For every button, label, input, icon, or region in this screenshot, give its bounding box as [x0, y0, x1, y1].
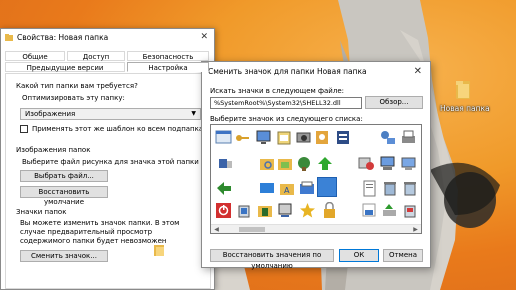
recycle-bin-alt-icon[interactable] — [402, 180, 419, 197]
tab-strip: Общие Доступ Безопасность Предыдущие вер… — [5, 51, 210, 73]
desktop-folder[interactable]: Новая папка — [440, 78, 490, 113]
file-label: Искать значки в следующем файле: — [210, 87, 344, 95]
printer-icon[interactable] — [314, 129, 331, 146]
file-path-input[interactable]: %SystemRoot%\System32\SHELL32.dll — [210, 97, 362, 109]
monitor-icon[interactable] — [255, 129, 272, 146]
globe-icon[interactable] — [296, 155, 313, 172]
camera-icon[interactable] — [295, 129, 312, 146]
folder-icon — [5, 33, 13, 41]
dialog-titlebar[interactable]: Сменить значок для папки Новая папка ✕ — [202, 62, 430, 80]
arrow-up-icon[interactable] — [317, 155, 334, 172]
tab-sharing[interactable]: Доступ — [67, 51, 125, 61]
drive-icon[interactable] — [276, 129, 293, 146]
folder-preview-icon — [154, 245, 164, 256]
folder-icon — [456, 81, 470, 99]
printer-alt-icon[interactable] — [400, 129, 417, 146]
change-icon-button[interactable]: Сменить значок... — [20, 250, 108, 262]
monitor-net-icon[interactable] — [379, 155, 396, 172]
help-circle-icon[interactable] — [358, 155, 375, 172]
icon-list[interactable]: A ◀ ▶ — [210, 124, 422, 234]
folder-text-icon[interactable]: A — [279, 180, 296, 197]
star-icon[interactable] — [299, 202, 316, 219]
scroll-thumb[interactable] — [239, 227, 265, 232]
tab-previous-versions[interactable]: Предыдущие версии — [5, 62, 125, 72]
window-icon[interactable] — [215, 129, 232, 146]
power-icon[interactable] — [215, 202, 232, 219]
customize-panel: Какой тип папки вам требуется? Оптимизир… — [5, 73, 211, 289]
windows-flag-icon[interactable] — [361, 202, 378, 219]
browse-button[interactable]: Обзор... — [365, 96, 423, 109]
window-title: Свойства: Новая папка — [17, 32, 109, 42]
tab-security[interactable]: Безопасность — [127, 51, 209, 61]
icon-list-scrollbar[interactable]: ◀ ▶ — [211, 224, 421, 233]
icon-list-label: Выберите значок из следующего списка: — [210, 115, 363, 123]
properties-window: Свойства: Новая папка ✕ Общие Доступ Без… — [0, 28, 215, 290]
recycle-bin-full-icon[interactable] — [402, 202, 419, 219]
tab-general[interactable]: Общие — [5, 51, 65, 61]
folder-tree-icon[interactable] — [277, 155, 294, 172]
change-icon-dialog: Сменить значок для папки Новая папка ✕ И… — [201, 61, 431, 270]
folder-type-heading: Какой тип папки вам требуется? — [16, 82, 138, 90]
svg-text:A: A — [284, 186, 290, 195]
network-drive-icon[interactable] — [400, 155, 417, 172]
device-icon[interactable] — [217, 155, 234, 172]
arrow-left-icon[interactable] — [216, 180, 233, 197]
chevron-down-icon: ▼ — [191, 110, 196, 117]
cancel-button[interactable]: Отмена — [383, 249, 423, 262]
printer-blue-icon[interactable] — [299, 180, 316, 197]
key-icon[interactable] — [234, 129, 251, 146]
certificate-icon[interactable] — [335, 129, 352, 146]
checkbox-box[interactable] — [20, 125, 28, 133]
optimize-value: Изображения — [25, 110, 76, 118]
scroll-left-icon[interactable]: ◀ — [212, 225, 221, 233]
download-icon[interactable] — [381, 202, 398, 219]
restore-defaults-button[interactable]: Восстановить значения по умолчанию — [210, 249, 334, 270]
recycle-bin-icon[interactable] — [382, 180, 399, 197]
folder-images-heading: Изображения папок — [16, 146, 91, 154]
optimize-label: Оптимизировать эту папку: — [22, 94, 125, 102]
close-icon[interactable]: ✕ — [200, 32, 208, 42]
apply-subfolders-checkbox[interactable]: Применять этот же шаблон ко всем подпапк… — [20, 125, 208, 133]
selected-icon[interactable] — [317, 177, 337, 197]
folder-search-icon[interactable] — [259, 155, 276, 172]
network-icon[interactable] — [379, 129, 396, 146]
apply-subfolders-label: Применять этот же шаблон ко всем подпапк… — [32, 125, 209, 133]
folder-cert-icon[interactable] — [257, 202, 274, 219]
properties-titlebar[interactable]: Свойства: Новая папка ✕ — [1, 29, 214, 45]
monitor-print-icon[interactable] — [277, 202, 294, 219]
choose-file-button[interactable]: Выбрать файл... — [20, 170, 108, 182]
images-hint: Выберите файл рисунка для значка этой па… — [22, 158, 199, 166]
restore-default-button[interactable]: Восстановить умолчание — [20, 186, 108, 206]
folder-icons-heading: Значки папок — [16, 208, 67, 216]
lock-icon[interactable] — [321, 202, 338, 219]
document-lines-icon[interactable] — [361, 180, 378, 197]
ok-button[interactable]: ОК — [339, 249, 379, 262]
desktop-folder-label: Новая папка — [440, 104, 490, 113]
dialog-title: Сменить значок для папки Новая папка — [208, 66, 367, 76]
close-icon[interactable]: ✕ — [414, 66, 422, 77]
scroll-right-icon[interactable]: ▶ — [411, 225, 420, 233]
optimize-select[interactable]: Изображения ▼ — [20, 108, 201, 120]
recycle-full-icon[interactable] — [236, 202, 253, 219]
icons-hint: Вы можете изменить значок папки. В этом … — [20, 219, 180, 245]
tiles-icon[interactable] — [259, 180, 276, 197]
tab-customize[interactable]: Настройка — [127, 62, 209, 72]
